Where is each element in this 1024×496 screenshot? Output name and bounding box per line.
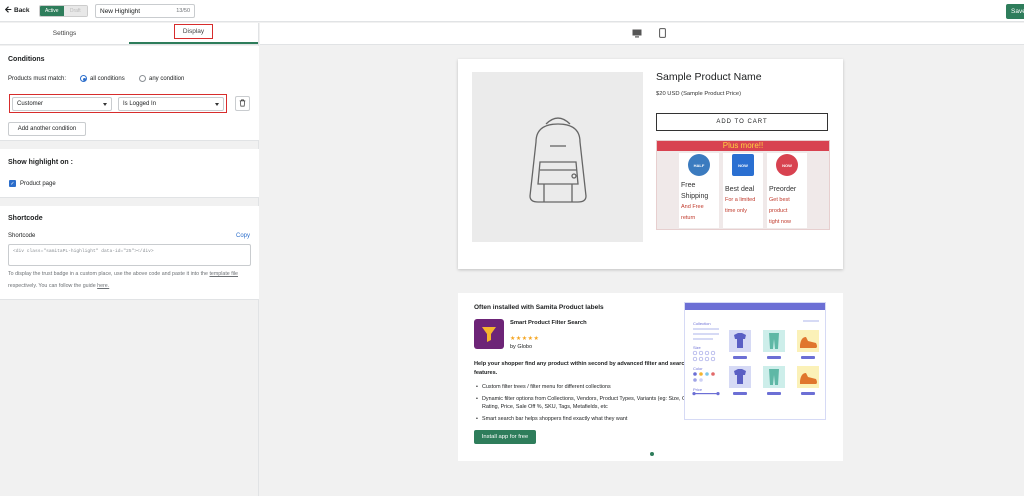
shortcode-hint: To display the trust badge in a custom p… (8, 268, 253, 292)
chevron-down-icon (215, 102, 219, 106)
condition-field-select[interactable]: Customer (12, 97, 112, 111)
radio-all-indicator (80, 75, 87, 82)
save-button[interactable]: Save (1006, 4, 1024, 19)
install-app-button[interactable]: Install app for free (474, 430, 536, 444)
desktop-view-button[interactable] (631, 28, 643, 40)
badge-title-line: Shipping (681, 193, 709, 200)
title-char-count: 13/50 (176, 8, 190, 14)
tab-settings-label: Settings (52, 30, 77, 37)
carousel-dot[interactable] (650, 452, 654, 456)
product-preview-card: Sample Product Name $20 USD (Sample Prod… (458, 59, 843, 269)
shortcode-heading: Shortcode (8, 215, 43, 222)
top-bar: Back Active Draft New Highlight 13/50 Sa… (0, 0, 1024, 22)
free-shipping-badge-icon: HALF (688, 154, 710, 176)
title-value: New Highlight (100, 7, 141, 15)
tab-settings[interactable]: Settings (0, 23, 129, 44)
tab-display[interactable]: Display (129, 23, 258, 44)
tab-display-label: Display (173, 23, 214, 39)
delete-condition-button[interactable] (235, 96, 250, 111)
badges-title: Plus more!! (657, 141, 829, 151)
add-to-cart-button[interactable]: ADD TO CART (656, 113, 828, 131)
best-deal-badge-icon: NOW (732, 154, 754, 176)
badge-sub-line: time only (725, 208, 748, 214)
check-icon: ✓ (9, 180, 16, 187)
guide-link[interactable]: here. (97, 283, 109, 289)
conditions-card: Conditions Products must match: all cond… (0, 46, 259, 141)
conditions-heading: Conditions (8, 56, 45, 63)
show-on-heading: Show highlight on : (8, 159, 73, 166)
product-price: $20 USD (Sample Product Price) (656, 91, 742, 97)
condition-operator-select[interactable]: Is Logged In (118, 97, 224, 111)
template-file-link[interactable]: template file (209, 271, 238, 277)
match-all-label: all conditions (90, 75, 125, 82)
preview-area: Sample Product Name $20 USD (Sample Prod… (260, 23, 1024, 496)
product-image (472, 72, 643, 242)
mobile-icon (658, 28, 666, 40)
back-button[interactable]: Back (4, 6, 30, 15)
product-name: Sample Product Name (656, 71, 762, 83)
badge-sub-line: And Free (681, 204, 704, 210)
mobile-view-button[interactable] (656, 28, 668, 40)
feature-bullet: Custom filter trees / filter menu for di… (474, 383, 709, 391)
funnel-icon (474, 319, 504, 349)
status-toggle[interactable]: Active Draft (39, 5, 88, 17)
product-page-checkbox[interactable]: ✓ Product page (9, 180, 56, 187)
shortcode-field[interactable]: <div class="samitaPL-highlight" data-id=… (8, 244, 251, 266)
back-arrow-icon (4, 6, 12, 15)
status-draft-option[interactable]: Draft (63, 6, 87, 16)
app-vendor: by Globo (510, 344, 533, 350)
highlight-title-input[interactable]: New Highlight 13/50 (95, 4, 195, 18)
show-on-card: Show highlight on : ✓ Product page (0, 149, 259, 198)
copy-shortcode-link[interactable]: Copy (236, 233, 250, 239)
match-any-radio[interactable]: any condition (139, 75, 184, 82)
feature-bullet: Dynamic filter options from Collections,… (474, 395, 709, 411)
settings-panel: Settings Display Conditions Products mus… (0, 23, 259, 496)
badge-sub-line: return (681, 215, 696, 221)
match-any-label: any condition (149, 75, 185, 82)
badge-best-deal: NOW Best deal For a limited time only (723, 153, 763, 228)
badge-sub-line: Get best (769, 197, 790, 203)
rating-stars: ★★★★★ (510, 336, 540, 342)
badge-sub-line: tight now (769, 219, 792, 225)
badge-title-line: Free (681, 182, 696, 189)
hint-text-1: To display the trust badge in a custom p… (8, 271, 208, 277)
condition-operator-value: Is Logged In (123, 101, 157, 107)
shortcode-label: Shortcode (8, 233, 36, 239)
app-description: Help your shopper find any product withi… (474, 361, 688, 376)
trust-badges: Plus more!! HALF Free Shipping And Free re… (656, 140, 830, 230)
promo-heading: Often installed with Samita Product labe… (474, 304, 604, 311)
app-name: Smart Product Filter Search (510, 320, 587, 326)
panel-tabs: Settings Display (0, 23, 258, 45)
back-label: Back (14, 7, 30, 14)
trash-icon (239, 99, 246, 109)
desktop-icon (632, 29, 642, 40)
app-promo-card: Often installed with Samita Product labe… (458, 293, 843, 461)
chevron-down-icon (103, 102, 107, 106)
preorder-badge-icon: NOW (776, 154, 798, 176)
hint-text-2: respectively. You can follow the guide (8, 283, 96, 289)
status-active-option[interactable]: Active (40, 6, 64, 16)
product-page-label: Product page (20, 180, 56, 187)
badge-preorder: NOW Preorder Get best product tight now (767, 153, 807, 228)
feature-bullet: Smart search bar helps shoppers find exa… (474, 415, 709, 423)
badge-title-line: Preorder (769, 186, 797, 193)
match-label: Products must match: (8, 76, 67, 82)
badge-free-shipping: HALF Free Shipping And Free return (679, 153, 719, 228)
match-all-radio[interactable]: all conditions (80, 75, 125, 82)
badge-sub-line: product (769, 208, 788, 214)
mock-product-grid (692, 320, 819, 396)
device-toggle-bar (260, 23, 1024, 45)
radio-any-indicator (139, 75, 146, 82)
add-condition-button[interactable]: Add another condition (8, 122, 86, 136)
badge-sub-line: For a limited (725, 197, 756, 203)
condition-field-value: Customer (17, 101, 44, 107)
backpack-icon (529, 117, 587, 203)
app-screenshot: Collection Size Color Price (684, 302, 826, 420)
badge-title-line: Best deal (725, 186, 755, 193)
